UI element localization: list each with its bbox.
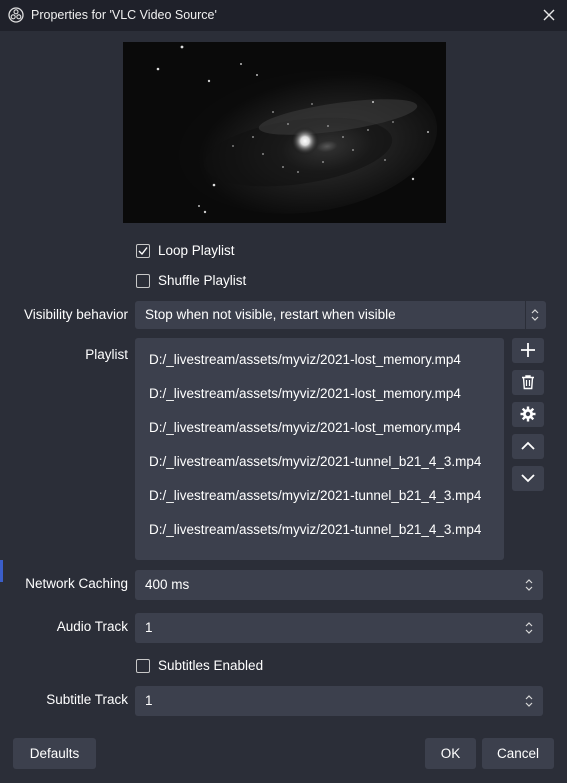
chevron-down-icon	[521, 474, 535, 483]
title-bar: Properties for 'VLC Video Source'	[0, 0, 567, 31]
add-item-button[interactable]	[512, 338, 544, 363]
audio-track-value: 1	[145, 620, 153, 635]
move-up-button[interactable]	[512, 434, 544, 459]
list-item[interactable]: D:/_livestream/assets/myviz/2021-lost_me…	[149, 420, 461, 435]
audio-track-label: Audio Track	[56, 619, 128, 634]
subtitle-track-label: Subtitle Track	[46, 692, 128, 707]
gear-icon	[520, 406, 536, 422]
video-preview	[123, 42, 446, 223]
network-caching-spinbox[interactable]: 400 ms	[135, 570, 543, 600]
subtitles-enabled-checkbox[interactable]: Subtitles Enabled	[136, 658, 263, 673]
spin-arrows-icon[interactable]	[524, 577, 534, 593]
list-item[interactable]: D:/_livestream/assets/myviz/2021-lost_me…	[149, 386, 461, 401]
focus-edge-marker	[0, 560, 3, 582]
checkbox-checked[interactable]	[136, 243, 150, 258]
obs-logo-icon	[8, 7, 24, 23]
spin-arrows-icon[interactable]	[524, 693, 534, 709]
preview-image	[123, 42, 446, 223]
loop-playlist-label: Loop Playlist	[158, 243, 235, 258]
select-divider	[525, 301, 526, 329]
subtitle-track-value: 1	[145, 693, 153, 708]
remove-item-button[interactable]	[512, 370, 544, 395]
loop-playlist-checkbox[interactable]: Loop Playlist	[136, 243, 235, 258]
ok-button[interactable]: OK	[425, 738, 476, 769]
list-item[interactable]: D:/_livestream/assets/myviz/2021-tunnel_…	[149, 488, 481, 503]
shuffle-playlist-label: Shuffle Playlist	[158, 273, 247, 288]
checkbox-unchecked[interactable]	[136, 273, 150, 288]
subtitle-track-spinbox[interactable]: 1	[135, 686, 543, 716]
list-item[interactable]: D:/_livestream/assets/myviz/2021-tunnel_…	[149, 522, 481, 537]
network-caching-label: Network Caching	[25, 576, 128, 591]
visibility-behavior-value: Stop when not visible, restart when visi…	[145, 307, 396, 322]
network-caching-value: 400 ms	[145, 577, 190, 592]
close-icon[interactable]	[542, 8, 556, 22]
chevron-up-icon	[521, 441, 535, 450]
list-item[interactable]: D:/_livestream/assets/myviz/2021-lost_me…	[149, 352, 461, 367]
spin-arrows-icon	[531, 309, 539, 321]
audio-track-spinbox[interactable]: 1	[135, 613, 543, 643]
configure-item-button[interactable]	[512, 402, 544, 427]
playlist-label: Playlist	[85, 347, 128, 362]
visibility-behavior-label: Visibility behavior	[23, 307, 128, 322]
shuffle-playlist-checkbox[interactable]: Shuffle Playlist	[136, 273, 246, 288]
move-down-button[interactable]	[512, 466, 544, 491]
checkbox-unchecked[interactable]	[136, 658, 150, 673]
plus-icon	[521, 343, 535, 357]
visibility-behavior-select[interactable]: Stop when not visible, restart when visi…	[135, 301, 546, 329]
subtitles-enabled-label: Subtitles Enabled	[158, 658, 264, 673]
spin-arrows-icon[interactable]	[524, 620, 534, 636]
checkmark-icon	[138, 246, 148, 255]
cancel-button[interactable]: Cancel	[482, 738, 554, 769]
trash-icon	[522, 375, 534, 390]
window-title: Properties for 'VLC Video Source'	[31, 8, 217, 22]
playlist-list[interactable]: D:/_livestream/assets/myviz/2021-lost_me…	[135, 338, 504, 560]
list-item[interactable]: D:/_livestream/assets/myviz/2021-tunnel_…	[149, 454, 481, 469]
defaults-button[interactable]: Defaults	[13, 738, 96, 769]
